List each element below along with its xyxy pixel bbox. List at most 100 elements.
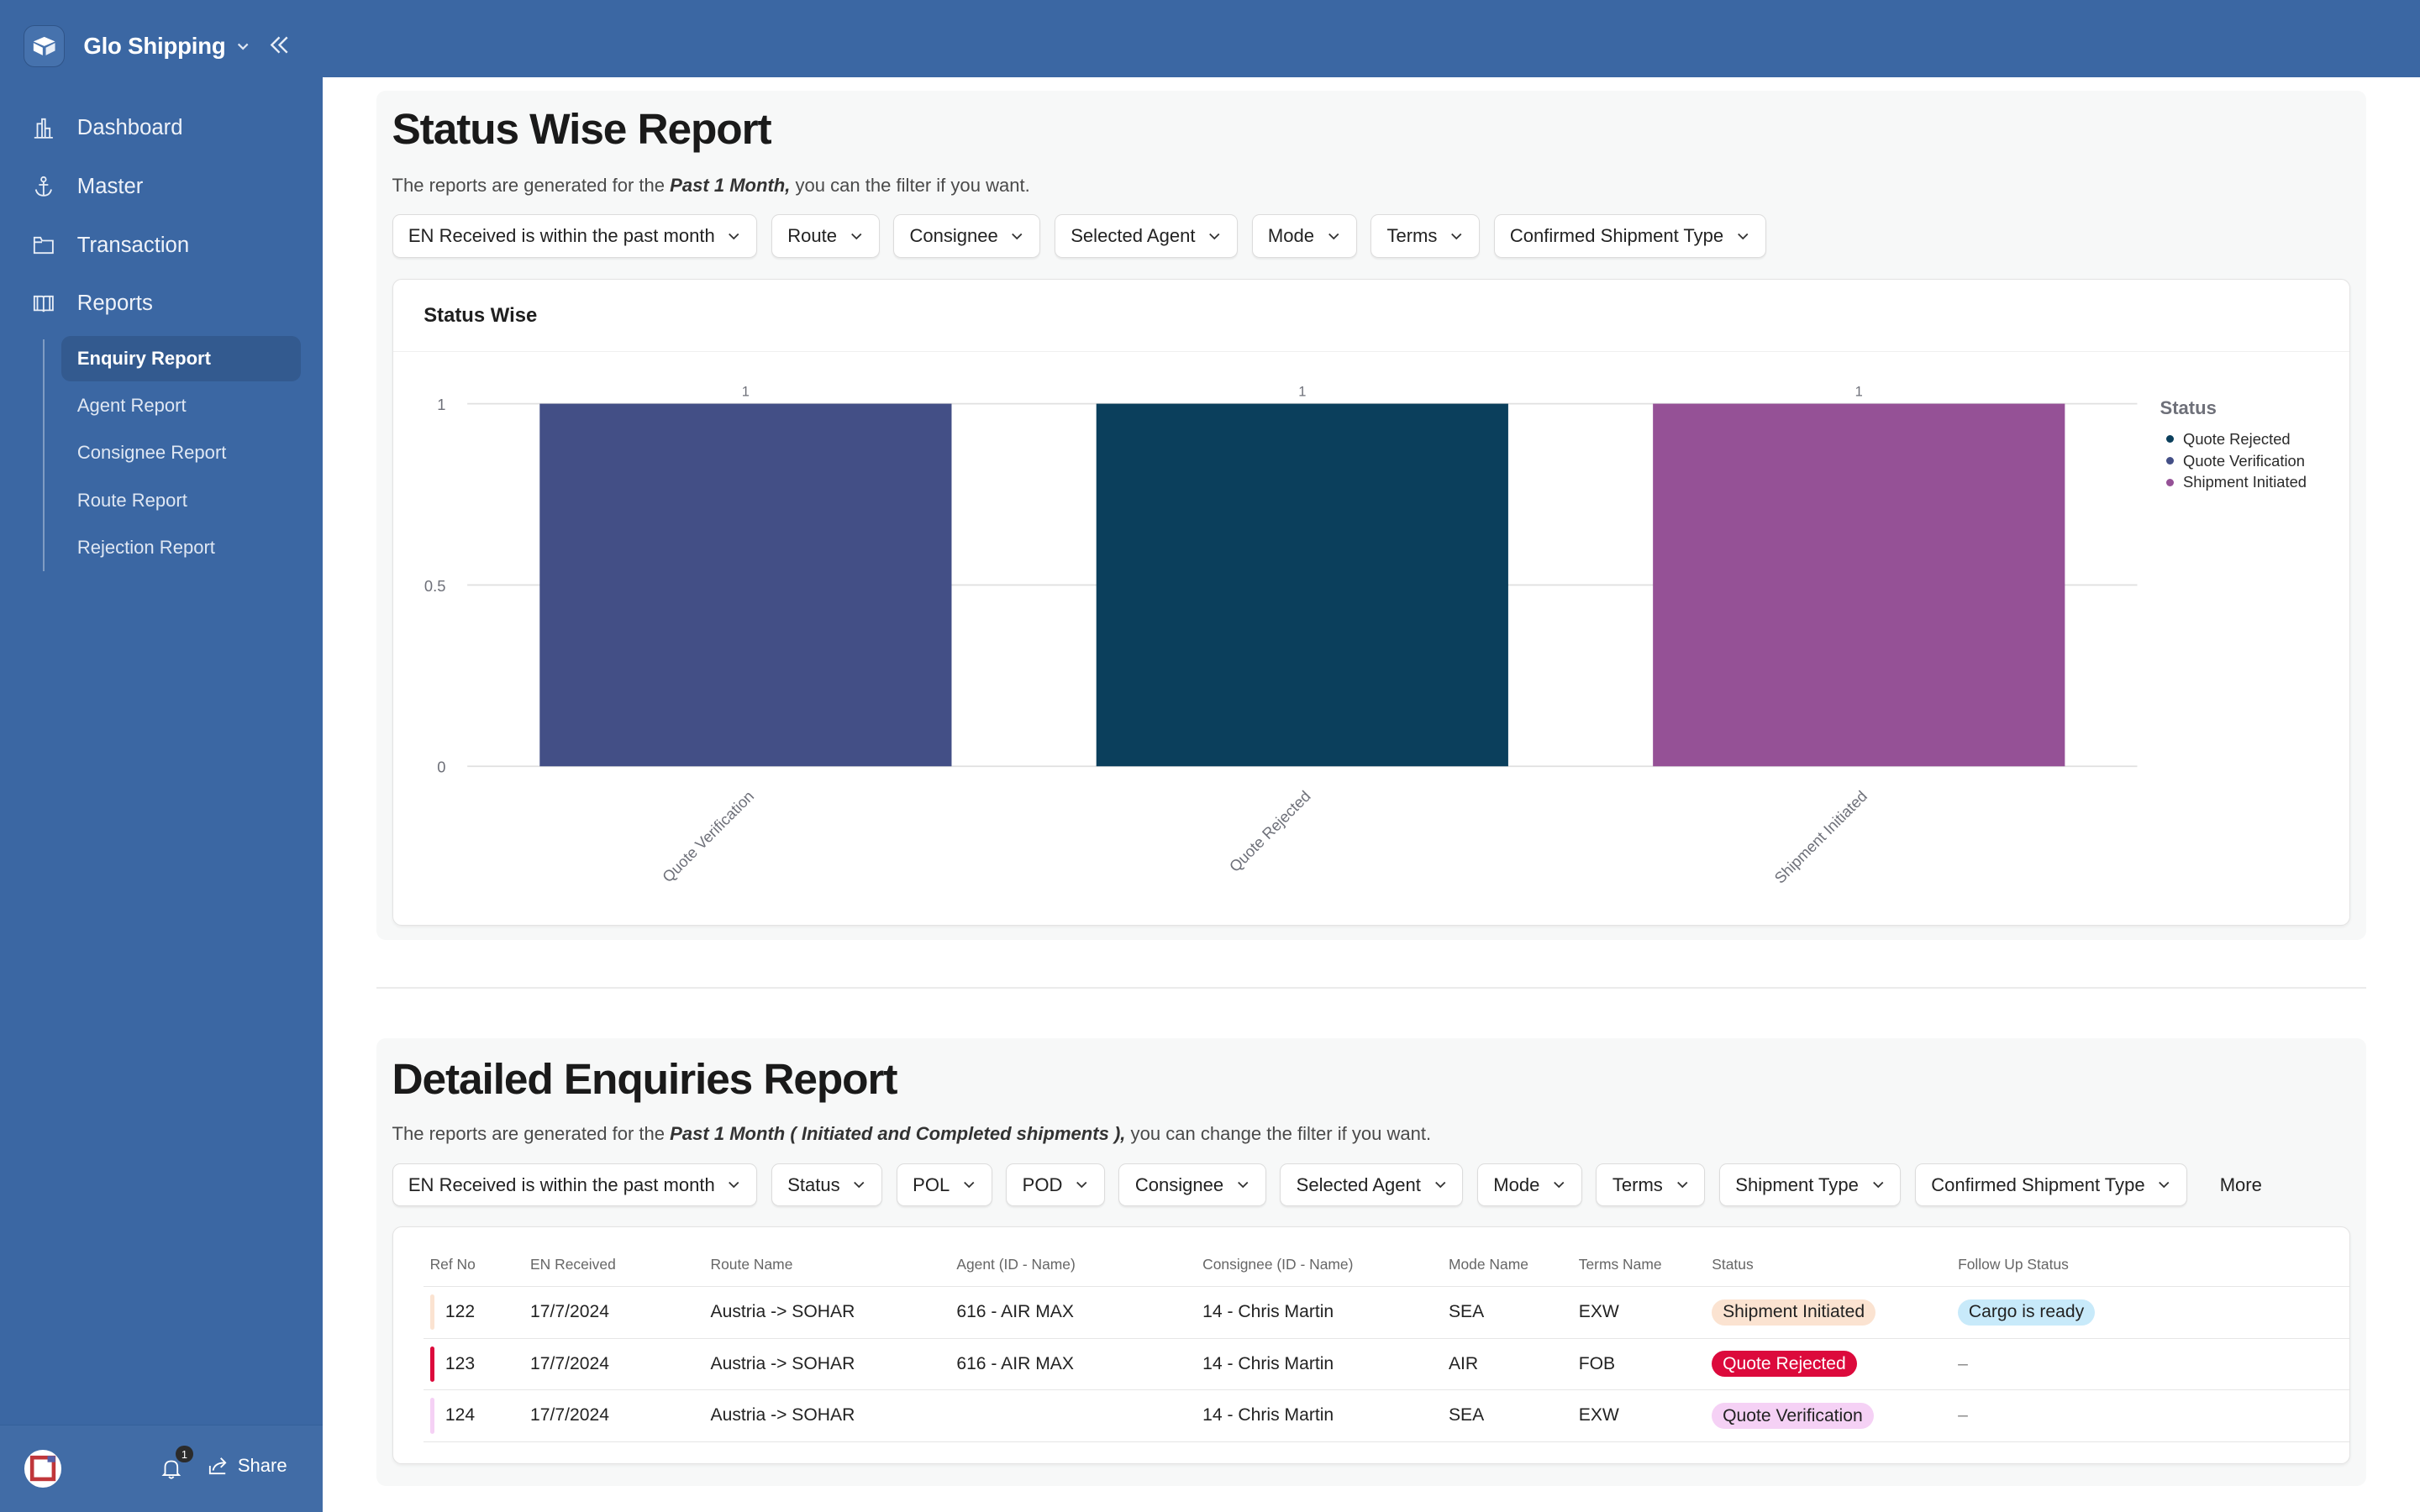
- workspace-switcher[interactable]: Glo Shipping: [23, 24, 250, 70]
- filter-confirmed-shipment-type[interactable]: Confirmed Shipment Type: [1914, 1163, 2188, 1207]
- sidebar-footer: 1 Share: [0, 1425, 323, 1512]
- sidebar-subitem-enquiry-report[interactable]: Enquiry Report: [61, 336, 302, 381]
- sidebar-subitem-route-report[interactable]: Route Report: [61, 478, 301, 522]
- filter-en-received-is-within-the-past-month[interactable]: EN Received is within the past month: [392, 1163, 758, 1207]
- column-header-ref-no[interactable]: Ref No: [424, 1242, 531, 1287]
- filter-label: Route: [787, 224, 838, 246]
- filter-mode[interactable]: Mode: [1476, 1163, 1582, 1207]
- chevron-down-icon: [1552, 1178, 1566, 1192]
- filter-shipment-type[interactable]: Shipment Type: [1718, 1163, 1902, 1207]
- chart-legend: Status Quote Rejected Quote Verification…: [2160, 397, 2307, 493]
- sidebar-nav: Dashboard Master Transaction Reports Enq…: [0, 99, 323, 573]
- legend-item-quote-rejected[interactable]: Quote Rejected: [2160, 428, 2307, 450]
- cell-follow-up-status: Cargo is ready: [1958, 1286, 2350, 1339]
- desc-text: you can change the filter if you want.: [1125, 1123, 1432, 1145]
- bar-quote-verification: [539, 403, 951, 766]
- chevron-down-icon: [235, 39, 250, 54]
- table-row[interactable]: 122 17/7/2024 Austria -> SOHAR 616 - AIR MA…: [424, 1286, 2350, 1339]
- filter-confirmed-shipment-type[interactable]: Confirmed Shipment Type: [1493, 214, 1766, 258]
- app-root: Glo Shipping Dashboard Master Transactio…: [0, 0, 2420, 1512]
- filter-label: Shipment Type: [1735, 1173, 1859, 1195]
- enquiries-table-card: Ref No EN Received Route Name Agent (ID - N…: [392, 1226, 2351, 1465]
- filter-label: Selected Agent: [1071, 224, 1196, 246]
- sidebar-item-dashboard[interactable]: Dashboard: [0, 99, 323, 158]
- filter-terms[interactable]: Terms: [1370, 214, 1480, 258]
- ref-no-text: 124: [445, 1405, 476, 1425]
- chevron-down-icon: [852, 1178, 866, 1192]
- cell-consignee: 14 - Chris Martin: [1202, 1389, 1449, 1442]
- column-header-mode-name[interactable]: Mode Name: [1448, 1242, 1579, 1287]
- notification-count-badge: 1: [176, 1445, 193, 1463]
- sidebar-item-label: Dashboard: [76, 115, 183, 139]
- ref-no-text: 123: [445, 1353, 476, 1373]
- bar-data-label: 1: [1854, 383, 1862, 399]
- chevron-down-icon: [1207, 229, 1222, 244]
- cell-mode: SEA: [1448, 1389, 1579, 1442]
- table-row[interactable]: 124 17/7/2024 Austria -> SOHAR 14 - Chris M…: [424, 1389, 2350, 1442]
- sidebar-subitem-rejection-report[interactable]: Rejection Report: [61, 525, 301, 570]
- sidebar-subitem-agent-report[interactable]: Agent Report: [61, 384, 301, 428]
- chevron-down-icon: [1010, 229, 1024, 244]
- x-tick-label: Quote Rejected: [1225, 787, 1313, 875]
- filter-status[interactable]: Status: [771, 1163, 883, 1207]
- share-button[interactable]: Share: [208, 1455, 287, 1477]
- filter-label: EN Received is within the past month: [408, 1173, 715, 1195]
- legend-dot: [2165, 478, 2175, 486]
- filter-route[interactable]: Route: [771, 214, 880, 258]
- sidebar-item-label: Master: [76, 174, 144, 198]
- filter-label: Confirmed Shipment Type: [1509, 224, 1724, 246]
- avatar[interactable]: [24, 1450, 62, 1488]
- filter-pod[interactable]: POD: [1006, 1163, 1105, 1207]
- more-filters-button[interactable]: More: [2202, 1163, 2281, 1206]
- sidebar-subitem-consignee-report[interactable]: Consignee Report: [61, 431, 301, 475]
- filter-selected-agent[interactable]: Selected Agent: [1280, 1163, 1464, 1207]
- chevron-down-icon: [1075, 1178, 1089, 1192]
- status-wise-chart-card: Status Wise 0 0.5 1 1 Quote Verification 1 Quo…: [392, 279, 2351, 927]
- legend-item-shipment-initiated[interactable]: Shipment Initiated: [2160, 471, 2307, 493]
- cell-terms: EXW: [1578, 1389, 1712, 1442]
- ref-no-text: 122: [445, 1302, 476, 1322]
- filter-mode[interactable]: Mode: [1251, 214, 1357, 258]
- chevron-down-icon: [1676, 1178, 1690, 1192]
- cell-follow-up-status: –: [1958, 1338, 2350, 1391]
- desc-text: you can the filter if you want.: [790, 174, 1030, 196]
- reports-subnav: Enquiry Report Agent Report Consignee Re…: [43, 333, 322, 571]
- table-row[interactable]: 123 17/7/2024 Austria -> SOHAR 616 - AIR MA…: [424, 1338, 2350, 1391]
- cell-status: Shipment Initiated: [1712, 1286, 1959, 1339]
- column-header-route-name[interactable]: Route Name: [710, 1242, 957, 1287]
- legend-item-quote-verification[interactable]: Quote Verification: [2160, 450, 2307, 472]
- section-title: Detailed Enquiries Report: [392, 1054, 898, 1104]
- filter-consignee[interactable]: Consignee: [893, 214, 1041, 258]
- column-header-follow-up-status[interactable]: Follow Up Status: [1958, 1242, 2350, 1287]
- table-header-row: Ref No EN Received Route Name Agent (ID - N…: [424, 1242, 2350, 1287]
- filter-selected-agent[interactable]: Selected Agent: [1054, 214, 1239, 258]
- column-header-consignee-id-name[interactable]: Consignee (ID - Name): [1202, 1242, 1449, 1287]
- filter-consignee[interactable]: Consignee: [1118, 1163, 1266, 1207]
- column-header-terms-name[interactable]: Terms Name: [1578, 1242, 1712, 1287]
- column-header-en-received[interactable]: EN Received: [530, 1242, 711, 1287]
- cell-consignee: 14 - Chris Martin: [1202, 1338, 1449, 1391]
- report-description: The reports are generated for the Past 1…: [392, 175, 1030, 197]
- sidebar-item-master[interactable]: Master: [0, 157, 323, 216]
- collapse-sidebar-button[interactable]: [266, 31, 293, 59]
- filter-terms[interactable]: Terms: [1596, 1163, 1706, 1207]
- cell-consignee: 14 - Chris Martin: [1202, 1286, 1449, 1339]
- desc-period: Past 1 Month ( Initiated and Completed s…: [670, 1123, 1126, 1145]
- enquiries-table: Ref No EN Received Route Name Agent (ID - N…: [424, 1242, 2350, 1442]
- column-header-agent-id-name[interactable]: Agent (ID - Name): [956, 1242, 1203, 1287]
- filter-pol[interactable]: POL: [896, 1163, 992, 1207]
- filter-en-received-is-within-the-past-month[interactable]: EN Received is within the past month: [392, 214, 758, 258]
- sidebar-item-transaction[interactable]: Transaction: [0, 216, 323, 275]
- box-logo-icon: [23, 25, 66, 67]
- chevron-down-icon: [1236, 1178, 1250, 1192]
- sidebar-item-reports[interactable]: Reports: [0, 275, 323, 333]
- cell-en-received: 17/7/2024: [530, 1338, 711, 1391]
- column-header-status[interactable]: Status: [1712, 1242, 1959, 1287]
- status-badge: Quote Rejected: [1712, 1351, 1857, 1378]
- cell-route: Austria -> SOHAR: [710, 1389, 957, 1442]
- cell-route: Austria -> SOHAR: [710, 1338, 957, 1391]
- cell-agent: [956, 1389, 1203, 1442]
- workspace-name: Glo Shipping: [83, 33, 226, 60]
- chevron-down-icon: [850, 229, 864, 244]
- cell-terms: EXW: [1578, 1286, 1712, 1339]
